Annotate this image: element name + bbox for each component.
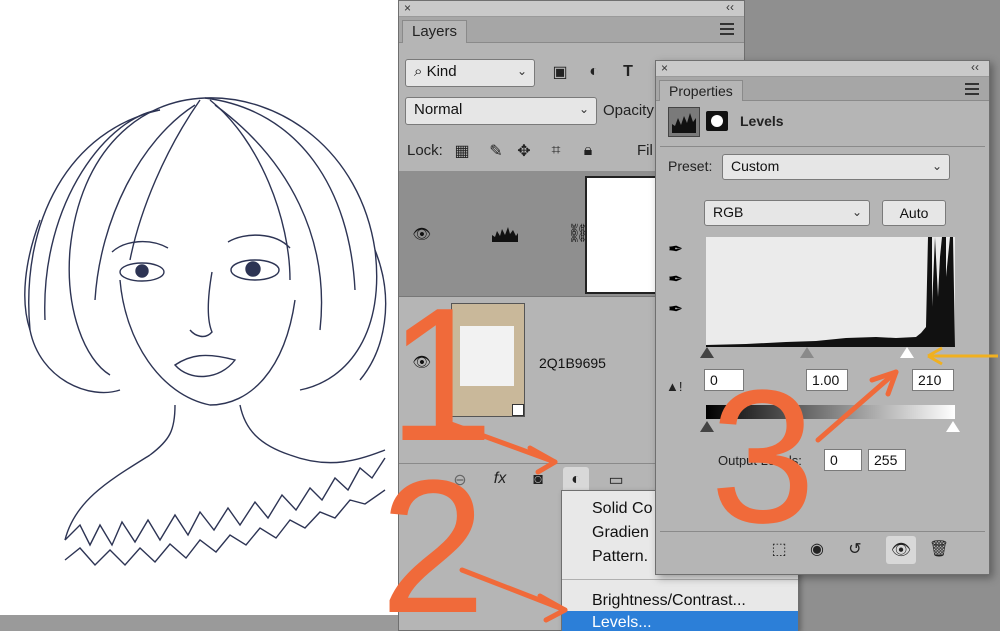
annotation-overlay <box>437 346 998 623</box>
step-2-label: 2 <box>380 441 486 631</box>
step-3-label: 3 <box>710 351 816 563</box>
arrow-step-3 <box>815 369 899 443</box>
